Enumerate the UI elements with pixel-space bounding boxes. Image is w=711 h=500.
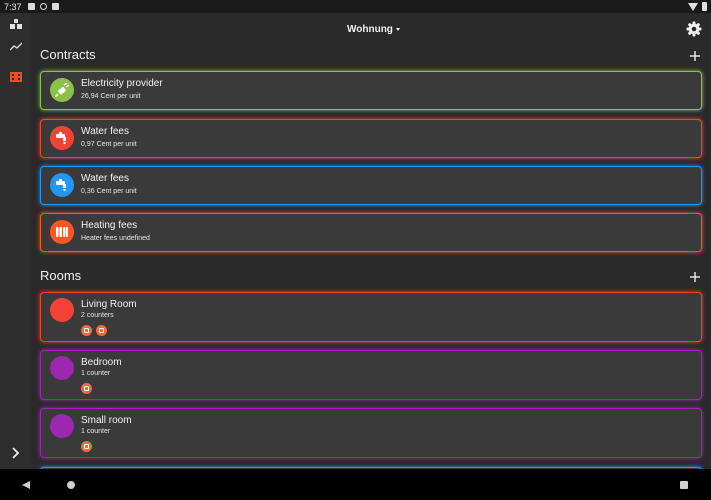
status-bar: 7:37: [0, 0, 711, 13]
building-icon: [9, 72, 22, 82]
contract-title: Heating fees: [81, 220, 138, 231]
wifi-icon: [688, 2, 698, 11]
rail-item-statistics[interactable]: [0, 35, 31, 57]
home-structure-icon: [9, 19, 22, 29]
contract-card[interactable]: Electricity provider 26,94 Cent per unit: [40, 71, 702, 110]
room-card[interactable]: Small room 1 counter: [40, 408, 702, 458]
meter-icon: [84, 386, 89, 391]
meter-icon: [99, 328, 104, 333]
plus-icon: [690, 272, 700, 282]
room-title: Bedroom: [81, 357, 122, 368]
plug-icon: [50, 78, 74, 102]
contract-card[interactable]: Water fees 0,97 Cent per unit: [40, 119, 702, 158]
counter-chip[interactable]: [81, 441, 92, 452]
rail-item-contracts[interactable]: [0, 66, 31, 88]
contract-subtitle: 26,94 Cent per unit: [81, 93, 141, 100]
contract-subtitle: Heater fees undefined: [81, 235, 150, 242]
recents-button[interactable]: [676, 477, 692, 493]
main-content: Wohnung Contracts Electricity provider 26: [31, 13, 711, 469]
gear-icon: [686, 21, 702, 37]
contract-subtitle: 0,97 Cent per unit: [81, 141, 137, 148]
back-button[interactable]: [18, 477, 34, 493]
notification-icon: [27, 3, 35, 10]
meter-icon: [84, 328, 89, 333]
status-time: 7:37: [4, 1, 22, 12]
room-color-dot: [50, 414, 74, 438]
room-subtitle: 1 counter: [81, 370, 111, 377]
contract-subtitle: 0,36 Cent per unit: [81, 188, 137, 195]
contract-title: Water fees: [81, 173, 129, 184]
counter-chip[interactable]: [81, 325, 92, 336]
room-card[interactable]: Living Room 2 counters: [40, 292, 702, 342]
room-title: Living Room: [81, 299, 137, 310]
contracts-section-title: Contracts: [40, 47, 96, 62]
counter-chips: [81, 383, 92, 394]
chevron-right-icon: [11, 447, 19, 459]
home-button[interactable]: [63, 477, 79, 493]
recents-square-icon: [680, 481, 688, 489]
room-title: Small room: [81, 415, 132, 426]
counter-chips: [81, 441, 92, 452]
navigation-rail: [0, 13, 31, 469]
room-color-dot: [50, 298, 74, 322]
system-navigation-bar: [0, 469, 711, 500]
battery-icon: [702, 2, 707, 11]
contract-card[interactable]: Water fees 0,36 Cent per unit: [40, 166, 702, 205]
room-color-dot: [50, 356, 74, 380]
contract-title: Electricity provider: [81, 78, 163, 89]
counter-chips: [81, 325, 107, 336]
contract-title: Water fees: [81, 126, 129, 137]
counter-chip[interactable]: [81, 383, 92, 394]
home-name: Wohnung: [347, 24, 393, 35]
add-room-button[interactable]: [688, 270, 702, 284]
home-selector[interactable]: Wohnung: [347, 24, 400, 35]
sync-icon: [39, 3, 47, 10]
back-triangle-icon: [22, 481, 30, 489]
sd-card-icon: [51, 3, 59, 10]
add-contract-button[interactable]: [688, 49, 702, 63]
top-bar: Wohnung: [31, 13, 711, 49]
meter-icon: [84, 444, 89, 449]
cold-water-tap-icon: [50, 173, 74, 197]
home-circle-icon: [67, 481, 75, 489]
hot-water-tap-icon: [50, 126, 74, 150]
caret-down-icon: [395, 28, 400, 31]
rooms-section-title: Rooms: [40, 268, 82, 283]
rail-item-home[interactable]: [0, 13, 31, 35]
trending-chart-icon: [9, 42, 22, 50]
contract-card[interactable]: Heating fees Heater fees undefined: [40, 213, 702, 252]
rail-expand-button[interactable]: [0, 442, 31, 464]
room-subtitle: 2 counters: [81, 312, 114, 319]
room-subtitle: 1 counter: [81, 428, 111, 435]
plus-icon: [690, 51, 700, 61]
radiator-icon: [50, 220, 74, 244]
room-card[interactable]: Bedroom 1 counter: [40, 350, 702, 400]
settings-button[interactable]: [686, 21, 702, 37]
counter-chip[interactable]: [96, 325, 107, 336]
